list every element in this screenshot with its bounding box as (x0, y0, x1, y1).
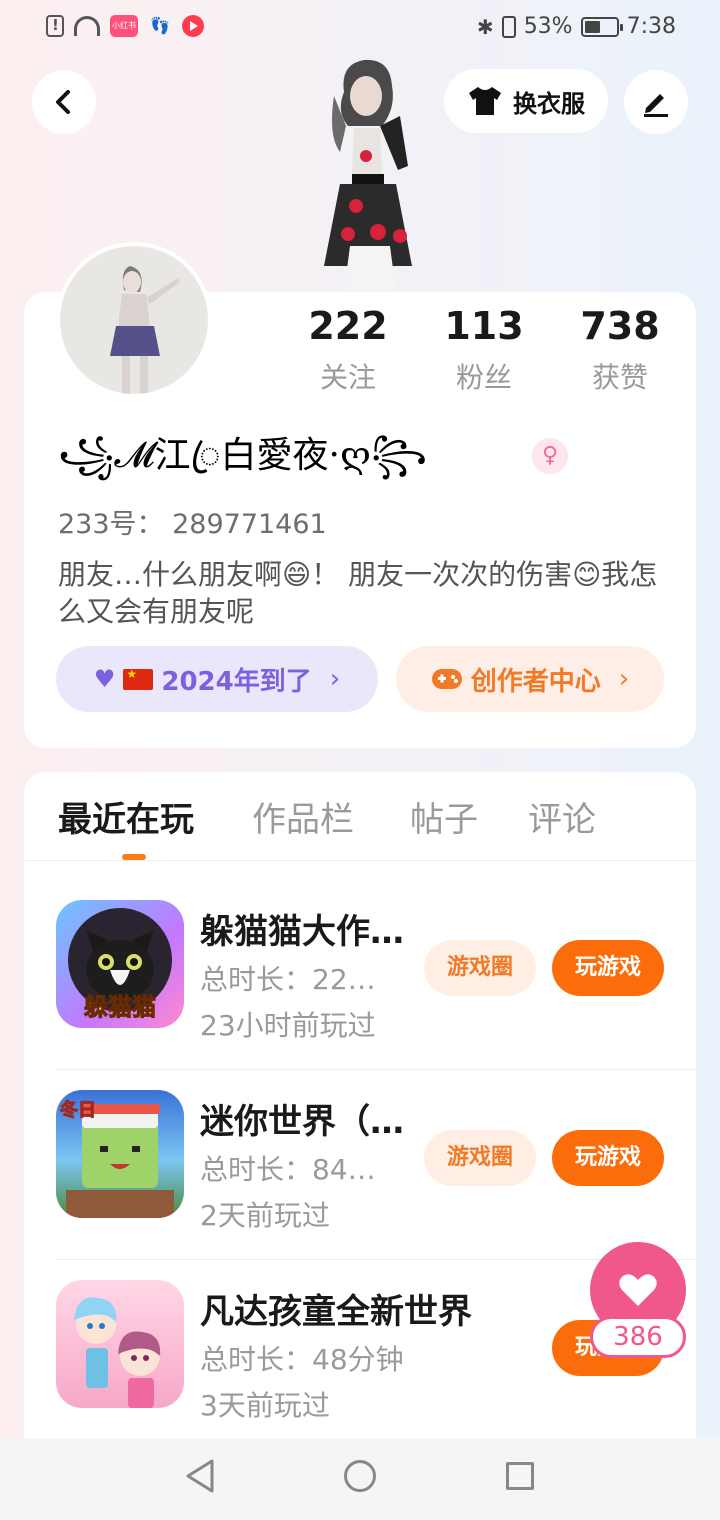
footprint-icon: 👣 (150, 16, 170, 35)
stat-likes[interactable]: 738 获赞 (550, 304, 690, 396)
nav-recent-apps-icon[interactable] (506, 1462, 534, 1490)
list-item[interactable]: 躲猫猫 躲猫猫大作… 总时长：22… 23小时前玩过 游戏圈 玩游戏 (24, 880, 696, 1070)
pencil-icon (644, 94, 668, 117)
game-icon: 躲猫猫 (56, 900, 184, 1028)
avatar-figure (110, 266, 180, 394)
edit-button[interactable] (624, 70, 688, 134)
chevron-right-icon: › (618, 664, 630, 694)
tab-recently-played[interactable]: 最近在玩 (58, 792, 194, 841)
nickname: ꧁𝓜江ꦿ白愛夜·ღ꧂ (58, 435, 428, 476)
creator-center-label: 创作者中心 (470, 666, 601, 697)
divider (24, 860, 696, 861)
user-id[interactable]: 233号： 289771461 (58, 502, 327, 541)
nav-home-icon[interactable] (344, 1460, 376, 1492)
kids-characters-icon (74, 1297, 161, 1408)
followers-label: 粉丝 (455, 361, 512, 394)
alert-icon (46, 15, 64, 37)
game-circle-button[interactable]: 游戏圈 (424, 1130, 536, 1186)
play-icon (182, 15, 204, 37)
system-nav-bar (0, 1438, 720, 1520)
nav-back-icon[interactable] (184, 1458, 216, 1494)
status-bar: 小红书 👣 ✱ 53% 7:38 (0, 0, 720, 58)
stat-following[interactable]: 222 关注 (278, 304, 418, 396)
tab-posts[interactable]: 帖子 (410, 792, 478, 841)
game-title: 躲猫猫大作… (200, 912, 404, 952)
play-game-button[interactable]: 玩游戏 (552, 940, 664, 996)
game-last-played: 23小时前玩过 (200, 1009, 376, 1042)
stat-followers[interactable]: 113 粉丝 (414, 304, 554, 396)
game-circle-button[interactable]: 游戏圈 (424, 940, 536, 996)
game-icon: 冬日 (56, 1090, 184, 1218)
change-outfit-button[interactable]: 换衣服 (444, 69, 608, 133)
game-duration: 总时长：48分钟 (200, 1343, 404, 1376)
tshirt-icon (469, 87, 501, 115)
character-figure[interactable] (300, 56, 430, 292)
gamepad-icon (431, 669, 462, 689)
tab-comments[interactable]: 评论 (528, 792, 596, 841)
game-last-played: 2天前玩过 (200, 1199, 330, 1232)
game-icon (56, 1280, 184, 1408)
list-item[interactable]: 冬日 迷你世界（… 总时长：84… 2天前玩过 游戏圈 玩游戏 (24, 1070, 696, 1260)
game-duration: 总时长：22… (200, 963, 376, 996)
game-title: 凡达孩童全新世界 (200, 1292, 472, 1332)
game-icon-label: 躲猫猫 (84, 993, 157, 1022)
following-count: 222 (308, 304, 388, 348)
badge-label: 2024年到了 (161, 666, 312, 697)
tab-works[interactable]: 作品栏 (252, 792, 354, 841)
change-outfit-label: 换衣服 (513, 89, 585, 118)
heart-icon: ♥ (93, 665, 116, 693)
creator-center-button[interactable]: 创作者中心 › (396, 646, 664, 712)
play-game-button[interactable]: 玩游戏 (552, 1130, 664, 1186)
following-label: 关注 (319, 361, 376, 394)
bluetooth-icon: ✱ (476, 14, 494, 39)
back-button[interactable] (32, 70, 96, 134)
heart-icon (619, 1274, 657, 1306)
chevron-right-icon: › (329, 664, 341, 694)
game-title: 迷你世界（… (200, 1102, 404, 1142)
followers-count: 113 (444, 304, 524, 348)
likes-count: 738 (580, 304, 660, 348)
bio: 朋友…什么朋友啊😄！ 朋友一次次的伤害😊我怎么又会有朋友呢 (58, 558, 658, 628)
like-count: 386 (590, 1316, 686, 1358)
vibrate-icon (501, 15, 516, 38)
clock: 7:38 (626, 14, 676, 39)
tab-bar: 最近在玩 作品栏 帖子 评论 (0, 792, 720, 862)
game-last-played: 3天前玩过 (200, 1389, 330, 1422)
avatar[interactable] (56, 242, 212, 398)
badge-button[interactable]: ♥ 2024年到了 › (56, 646, 378, 712)
likes-label: 获赞 (591, 361, 648, 394)
wifi-icon (74, 16, 100, 36)
gender-female-icon: ♀ (532, 438, 568, 474)
chevron-left-icon (56, 90, 70, 114)
app-icon: 小红书 (110, 15, 138, 37)
battery-percent: 53% (523, 14, 573, 39)
game-duration: 总时长：84… (200, 1153, 376, 1186)
game-icon-label: 冬日 (60, 1100, 97, 1122)
china-flag-icon (123, 667, 154, 690)
battery-icon (580, 16, 623, 37)
